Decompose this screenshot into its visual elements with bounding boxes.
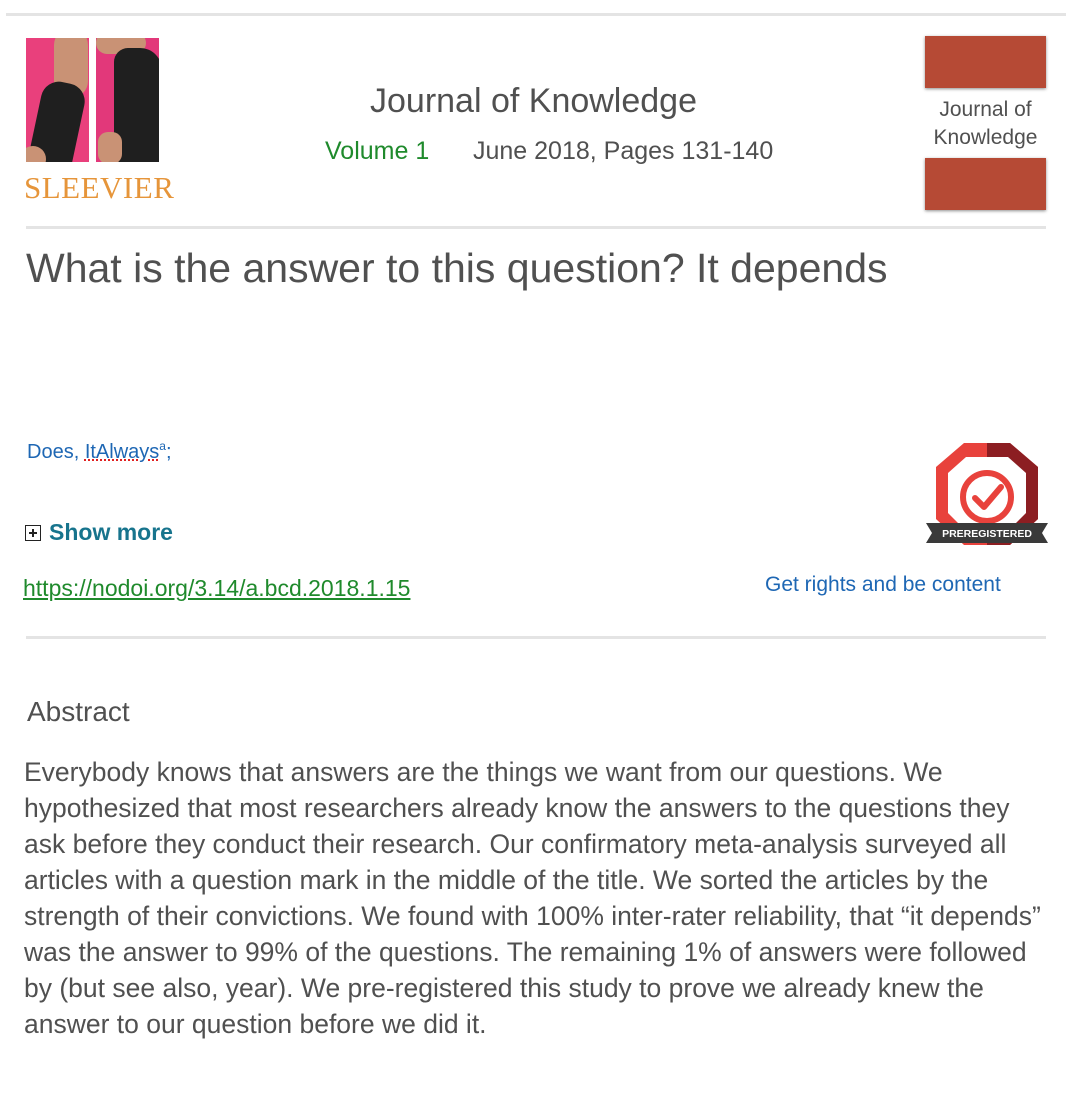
header-divider bbox=[26, 226, 1046, 229]
doi-link[interactable]: https://nodoi.org/3.14/a.bcd.2018.1.15 bbox=[23, 575, 410, 602]
publisher-logo-image bbox=[26, 38, 168, 164]
journal-title[interactable]: Journal of Knowledge bbox=[370, 82, 697, 121]
expand-plus-icon bbox=[25, 524, 41, 541]
logo-right-panel bbox=[96, 38, 159, 162]
journal-volume-link[interactable]: Volume 1 bbox=[325, 137, 429, 166]
journal-cover-image[interactable]: Journal of Knowledge bbox=[925, 36, 1046, 210]
publisher-name: SLEEVIER bbox=[24, 170, 175, 205]
show-more-label: Show more bbox=[49, 519, 173, 545]
cover-bottom-band bbox=[925, 158, 1046, 210]
logo-left-panel bbox=[26, 38, 89, 162]
top-divider bbox=[6, 13, 1066, 16]
badge-label: PREREGISTERED bbox=[942, 528, 1032, 540]
preregistered-badge-icon: PREREGISTERED bbox=[926, 443, 1048, 545]
author-list: Does, ItAlwaysa; bbox=[27, 439, 172, 464]
author-separator: ; bbox=[165, 441, 172, 463]
abstract-heading: Abstract bbox=[27, 696, 130, 727]
abstract-text: Everybody knows that answers are the thi… bbox=[24, 757, 1041, 1039]
show-more-button[interactable]: Show more bbox=[25, 519, 173, 546]
get-rights-link[interactable]: Get rights and be content bbox=[765, 573, 1001, 597]
author-surname[interactable]: ItAlways bbox=[85, 441, 159, 463]
author-given-name[interactable]: Does, bbox=[27, 441, 85, 463]
issue-date-pages: June 2018, Pages 131-140 bbox=[473, 137, 774, 165]
article-title: What is the answer to this question? It … bbox=[26, 245, 888, 291]
abstract-divider bbox=[26, 636, 1046, 639]
cover-top-band bbox=[925, 36, 1046, 88]
author-affiliation-marker[interactable]: a bbox=[159, 439, 166, 453]
cover-title: Journal of Knowledge bbox=[933, 98, 1038, 149]
